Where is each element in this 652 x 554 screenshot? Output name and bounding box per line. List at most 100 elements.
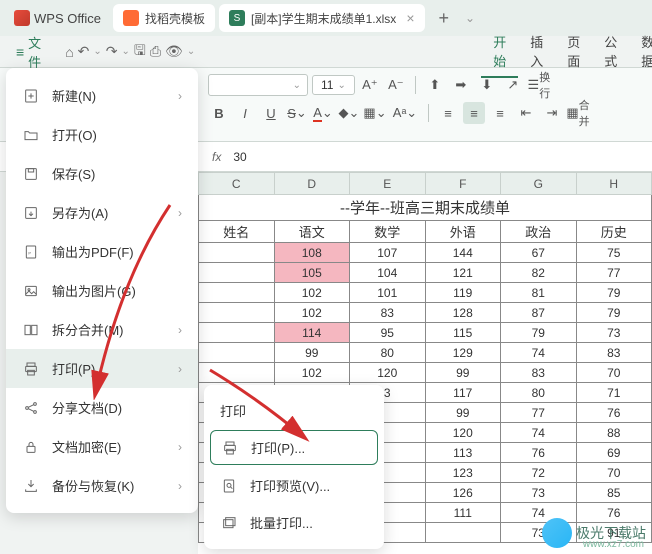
cell[interactable]: 126 <box>425 483 501 503</box>
cell[interactable] <box>199 243 275 263</box>
cell[interactable]: 74 <box>501 423 577 443</box>
menu-data[interactable]: 数据 <box>629 26 652 78</box>
cell[interactable]: 76 <box>576 403 652 423</box>
cell[interactable]: 67 <box>501 243 577 263</box>
save-icon[interactable]: 🖫 <box>134 42 146 62</box>
cell[interactable]: 72 <box>501 463 577 483</box>
file-menu-item-split[interactable]: 拆分合并(M) › <box>6 310 198 349</box>
cell[interactable]: 114 <box>274 323 350 343</box>
cell[interactable]: 128 <box>425 303 501 323</box>
indent-left-icon[interactable]: ⇤ <box>515 102 537 124</box>
cell[interactable]: 120 <box>425 423 501 443</box>
cell[interactable]: 117 <box>425 383 501 403</box>
cell[interactable]: 129 <box>425 343 501 363</box>
table-header[interactable]: 姓名 <box>199 221 275 243</box>
cell[interactable] <box>199 363 275 383</box>
cell[interactable]: 80 <box>501 383 577 403</box>
preview-icon[interactable]: 👁 <box>165 42 183 62</box>
table-header[interactable]: 政治 <box>501 221 577 243</box>
tab-templates[interactable]: 找稻壳模板 <box>113 4 215 32</box>
cell[interactable] <box>199 323 275 343</box>
cell[interactable]: 99 <box>425 363 501 383</box>
submenu-item-print[interactable]: 打印(P)... <box>210 430 378 465</box>
cell[interactable]: 88 <box>576 423 652 443</box>
cell[interactable]: 73 <box>576 323 652 343</box>
format-icon[interactable]: Aᵃ⌄ <box>390 102 420 124</box>
align-center-icon[interactable]: ≡ <box>463 102 485 124</box>
cell[interactable]: 73 <box>501 483 577 503</box>
cell[interactable]: 99 <box>274 343 350 363</box>
file-menu-item-open[interactable]: 打开(O) <box>6 115 198 154</box>
italic-icon[interactable]: I <box>234 102 256 124</box>
cell[interactable]: 77 <box>501 403 577 423</box>
col-header[interactable]: E <box>350 173 426 195</box>
file-menu-item-save[interactable]: 保存(S) <box>6 154 198 193</box>
file-menu-item-saveas[interactable]: 另存为(A) › <box>6 193 198 232</box>
bold-icon[interactable]: B <box>208 102 230 124</box>
table-header[interactable]: 外语 <box>425 221 501 243</box>
cell[interactable]: 101 <box>350 283 426 303</box>
font-size-selector[interactable]: 11⌄ <box>312 75 355 95</box>
align-left-icon[interactable]: ≡ <box>437 102 459 124</box>
decrease-font-icon[interactable]: A⁻ <box>385 74 407 96</box>
cell[interactable]: 71 <box>576 383 652 403</box>
strike-icon[interactable]: S⌄ <box>286 102 308 124</box>
cell[interactable]: 79 <box>501 323 577 343</box>
cell[interactable]: 120 <box>350 363 426 383</box>
file-menu-item-share[interactable]: 分享文档(D) <box>6 388 198 427</box>
cell[interactable]: 99 <box>425 403 501 423</box>
cell[interactable]: 74 <box>501 343 577 363</box>
cell[interactable]: 82 <box>501 263 577 283</box>
col-header[interactable]: C <box>199 173 275 195</box>
formula-value[interactable]: 30 <box>233 150 246 164</box>
table-header[interactable]: 历史 <box>576 221 652 243</box>
cell[interactable]: 111 <box>425 503 501 523</box>
sheet-title[interactable]: --学年--班高三期末成绩单 <box>199 195 652 221</box>
merge-button[interactable]: ▦ 合并 <box>567 102 589 124</box>
cell[interactable]: 70 <box>576 463 652 483</box>
cell[interactable]: 119 <box>425 283 501 303</box>
cell[interactable]: 83 <box>576 343 652 363</box>
table-header[interactable]: 语文 <box>274 221 350 243</box>
menu-page[interactable]: 页面 <box>555 26 592 78</box>
file-menu-item-pdf[interactable]: P 输出为PDF(F) <box>6 232 198 271</box>
cell[interactable]: 79 <box>576 303 652 323</box>
wrap-text-button[interactable]: ☰ 换行 <box>528 74 550 96</box>
cell[interactable]: 95 <box>350 323 426 343</box>
cell[interactable]: 107 <box>350 243 426 263</box>
font-selector[interactable]: ⌄ <box>208 74 308 96</box>
cell[interactable]: 76 <box>501 443 577 463</box>
underline-icon[interactable]: U <box>260 102 282 124</box>
cell[interactable]: 113 <box>425 443 501 463</box>
cell[interactable]: 79 <box>576 283 652 303</box>
font-color-icon[interactable]: A⌄ <box>312 102 334 124</box>
cell[interactable]: 102 <box>274 303 350 323</box>
file-menu-item-new[interactable]: 新建(N) › <box>6 76 198 115</box>
cell[interactable]: 102 <box>274 283 350 303</box>
col-header[interactable]: F <box>425 173 501 195</box>
cell[interactable] <box>425 523 501 543</box>
cell[interactable] <box>199 303 275 323</box>
home-icon[interactable]: ⌂ <box>65 42 73 62</box>
cell[interactable]: 104 <box>350 263 426 283</box>
cell[interactable]: 69 <box>576 443 652 463</box>
cell[interactable]: 121 <box>425 263 501 283</box>
menu-start[interactable]: 开始 <box>481 26 518 78</box>
tab-dropdown[interactable]: ⌄ <box>465 11 475 25</box>
cell[interactable] <box>199 343 275 363</box>
cell[interactable]: 77 <box>576 263 652 283</box>
cell[interactable]: 105 <box>274 263 350 283</box>
border-icon[interactable]: ▦⌄ <box>364 102 386 124</box>
file-menu-item-backup[interactable]: 备份与恢复(K) › <box>6 466 198 505</box>
fx-label[interactable]: fx <box>200 150 233 164</box>
cell[interactable]: 123 <box>425 463 501 483</box>
table-header[interactable]: 数学 <box>350 221 426 243</box>
cell[interactable]: 83 <box>350 303 426 323</box>
orientation-icon[interactable]: ↗ <box>502 74 524 96</box>
menu-formula[interactable]: 公式 <box>592 26 629 78</box>
cell[interactable]: 108 <box>274 243 350 263</box>
indent-right-icon[interactable]: ⇥ <box>541 102 563 124</box>
file-menu-item-print[interactable]: 打印(P) › <box>6 349 198 388</box>
cell[interactable]: 83 <box>501 363 577 383</box>
close-icon[interactable]: × <box>406 10 414 26</box>
